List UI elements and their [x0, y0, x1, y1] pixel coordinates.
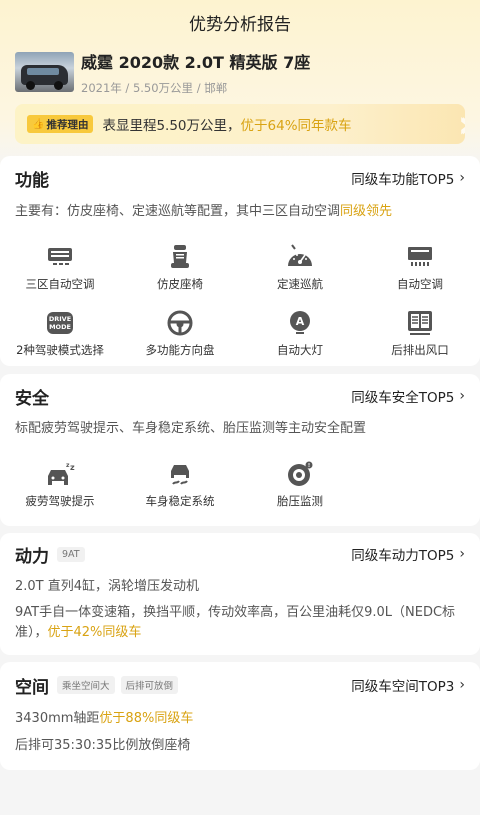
tire-icon: !: [285, 459, 315, 489]
function-title: 功能: [15, 170, 49, 191]
power-card: 动力 9AT 同级车动力TOP5 › 2.0T 直列4缸，涡轮增压发动机 9AT手…: [0, 533, 480, 655]
car-thumbnail[interactable]: [15, 52, 74, 92]
car-name: 威霆 2020款 2.0T 精英版 7座: [81, 53, 311, 72]
feature-item: ! 胎压监测: [240, 459, 360, 509]
space-card: 空间 乘坐空间大 后排可放倒 同级车空间TOP3 › 3430mm轴距优于88%同…: [0, 662, 480, 770]
feature-item: DRIVE MODE 2种驾驶模式选择: [0, 308, 120, 358]
feature-item: 仿皮座椅: [120, 242, 240, 292]
space-fold-text: 后排可35:30:35比例放倒座椅: [15, 738, 191, 753]
feature-item: A 自动大灯: [240, 308, 360, 358]
recommend-reason-banner: 👍 推荐理由 表显里程5.50万公里，优于64%同年款车 ››: [15, 104, 465, 144]
feature-item: 定速巡航: [240, 242, 360, 292]
svg-text:MODE: MODE: [49, 323, 71, 331]
power-top5-link[interactable]: 同级车动力TOP5 ›: [351, 544, 465, 564]
space-wheelbase-text: 3430mm轴距优于88%同级车: [15, 711, 194, 726]
recommend-reason-text: 表显里程5.50万公里，优于64%同年款车: [102, 118, 352, 134]
function-card: 功能 同级车功能TOP5 › 主要有：仿皮座椅、定速巡航等配置，其中三区自动空调同…: [0, 156, 480, 366]
safety-feature-grid: zz 疲劳驾驶提示 车身稳定系统 ! 胎压监测: [0, 459, 480, 509]
page-header: 优势分析报告: [0, 0, 480, 44]
svg-text:!: !: [308, 463, 310, 469]
power-engine-text: 2.0T 直列4缸，涡轮增压发动机: [15, 579, 200, 594]
feature-item: 三区自动空调: [0, 242, 120, 292]
safety-top5-link[interactable]: 同级车安全TOP5 ›: [351, 386, 465, 406]
space-top3-link[interactable]: 同级车空间TOP3 ›: [351, 675, 465, 695]
feature-item: zz 疲劳驾驶提示: [0, 459, 120, 509]
feature-item: 后排出风口: [360, 308, 480, 358]
steering-wheel-icon: [165, 308, 195, 338]
function-feature-grid: 三区自动空调 仿皮座椅 定速巡航 自动空调 DRIVE MODE 2种驾驶模式选择: [0, 242, 480, 358]
svg-text:z: z: [66, 462, 70, 469]
feature-item: 多功能方向盘: [120, 308, 240, 358]
ac-vent-icon: [45, 242, 75, 272]
page-title: 优势分析报告: [189, 14, 291, 35]
recommend-reason-tag: 👍 推荐理由: [27, 115, 94, 133]
ac-panel-icon: [405, 242, 435, 272]
space-badge-seating: 乘坐空间大: [57, 676, 115, 694]
svg-text:DRIVE: DRIVE: [49, 315, 71, 323]
headlight-icon: A: [285, 308, 315, 338]
drive-mode-icon: DRIVE MODE: [45, 308, 75, 338]
seat-icon: [165, 242, 195, 272]
svg-text:z: z: [70, 463, 75, 472]
space-title: 空间: [15, 677, 49, 698]
safety-card: 安全 同级车安全TOP5 › 标配疲劳驾驶提示、车身稳定系统、胎压监测等主动安全配…: [0, 374, 480, 526]
svg-text:A: A: [296, 315, 305, 328]
feature-item: 车身稳定系统: [120, 459, 240, 509]
car-meta: 2021年 / 5.50万公里 / 邯郸: [81, 81, 228, 95]
chevron-right-icon: ›: [459, 388, 465, 404]
function-desc: 主要有：仿皮座椅、定速巡航等配置，其中三区自动空调同级领先: [15, 204, 393, 219]
chevron-right-icon: ›: [459, 677, 465, 693]
rear-vent-icon: [405, 308, 435, 338]
power-title: 动力: [15, 546, 49, 567]
stability-icon: [165, 459, 195, 489]
chevron-right-icon: ›: [459, 546, 465, 562]
safety-desc: 标配疲劳驾驶提示、车身稳定系统、胎压监测等主动安全配置: [15, 421, 367, 436]
thumbs-up-icon: 👍: [32, 118, 45, 130]
chevrons-decoration-icon: ››: [457, 104, 465, 144]
power-gearbox-text: 9AT手自一体变速箱，换挡平顺，传动效率高，百公里油耗仅9.0L（NEDC标准）…: [15, 605, 456, 640]
chevron-right-icon: ›: [459, 170, 465, 186]
car-summary[interactable]: 威霆 2020款 2.0T 精英版 7座 2021年 / 5.50万公里 / 邯…: [15, 52, 465, 96]
space-badge-fold: 后排可放倒: [120, 676, 179, 694]
feature-item: 自动空调: [360, 242, 480, 292]
speedometer-icon: [285, 242, 315, 272]
safety-title: 安全: [15, 388, 49, 409]
function-top5-link[interactable]: 同级车功能TOP5 ›: [351, 168, 465, 188]
power-badge: 9AT: [57, 546, 85, 562]
fatigue-car-icon: zz: [45, 459, 75, 489]
